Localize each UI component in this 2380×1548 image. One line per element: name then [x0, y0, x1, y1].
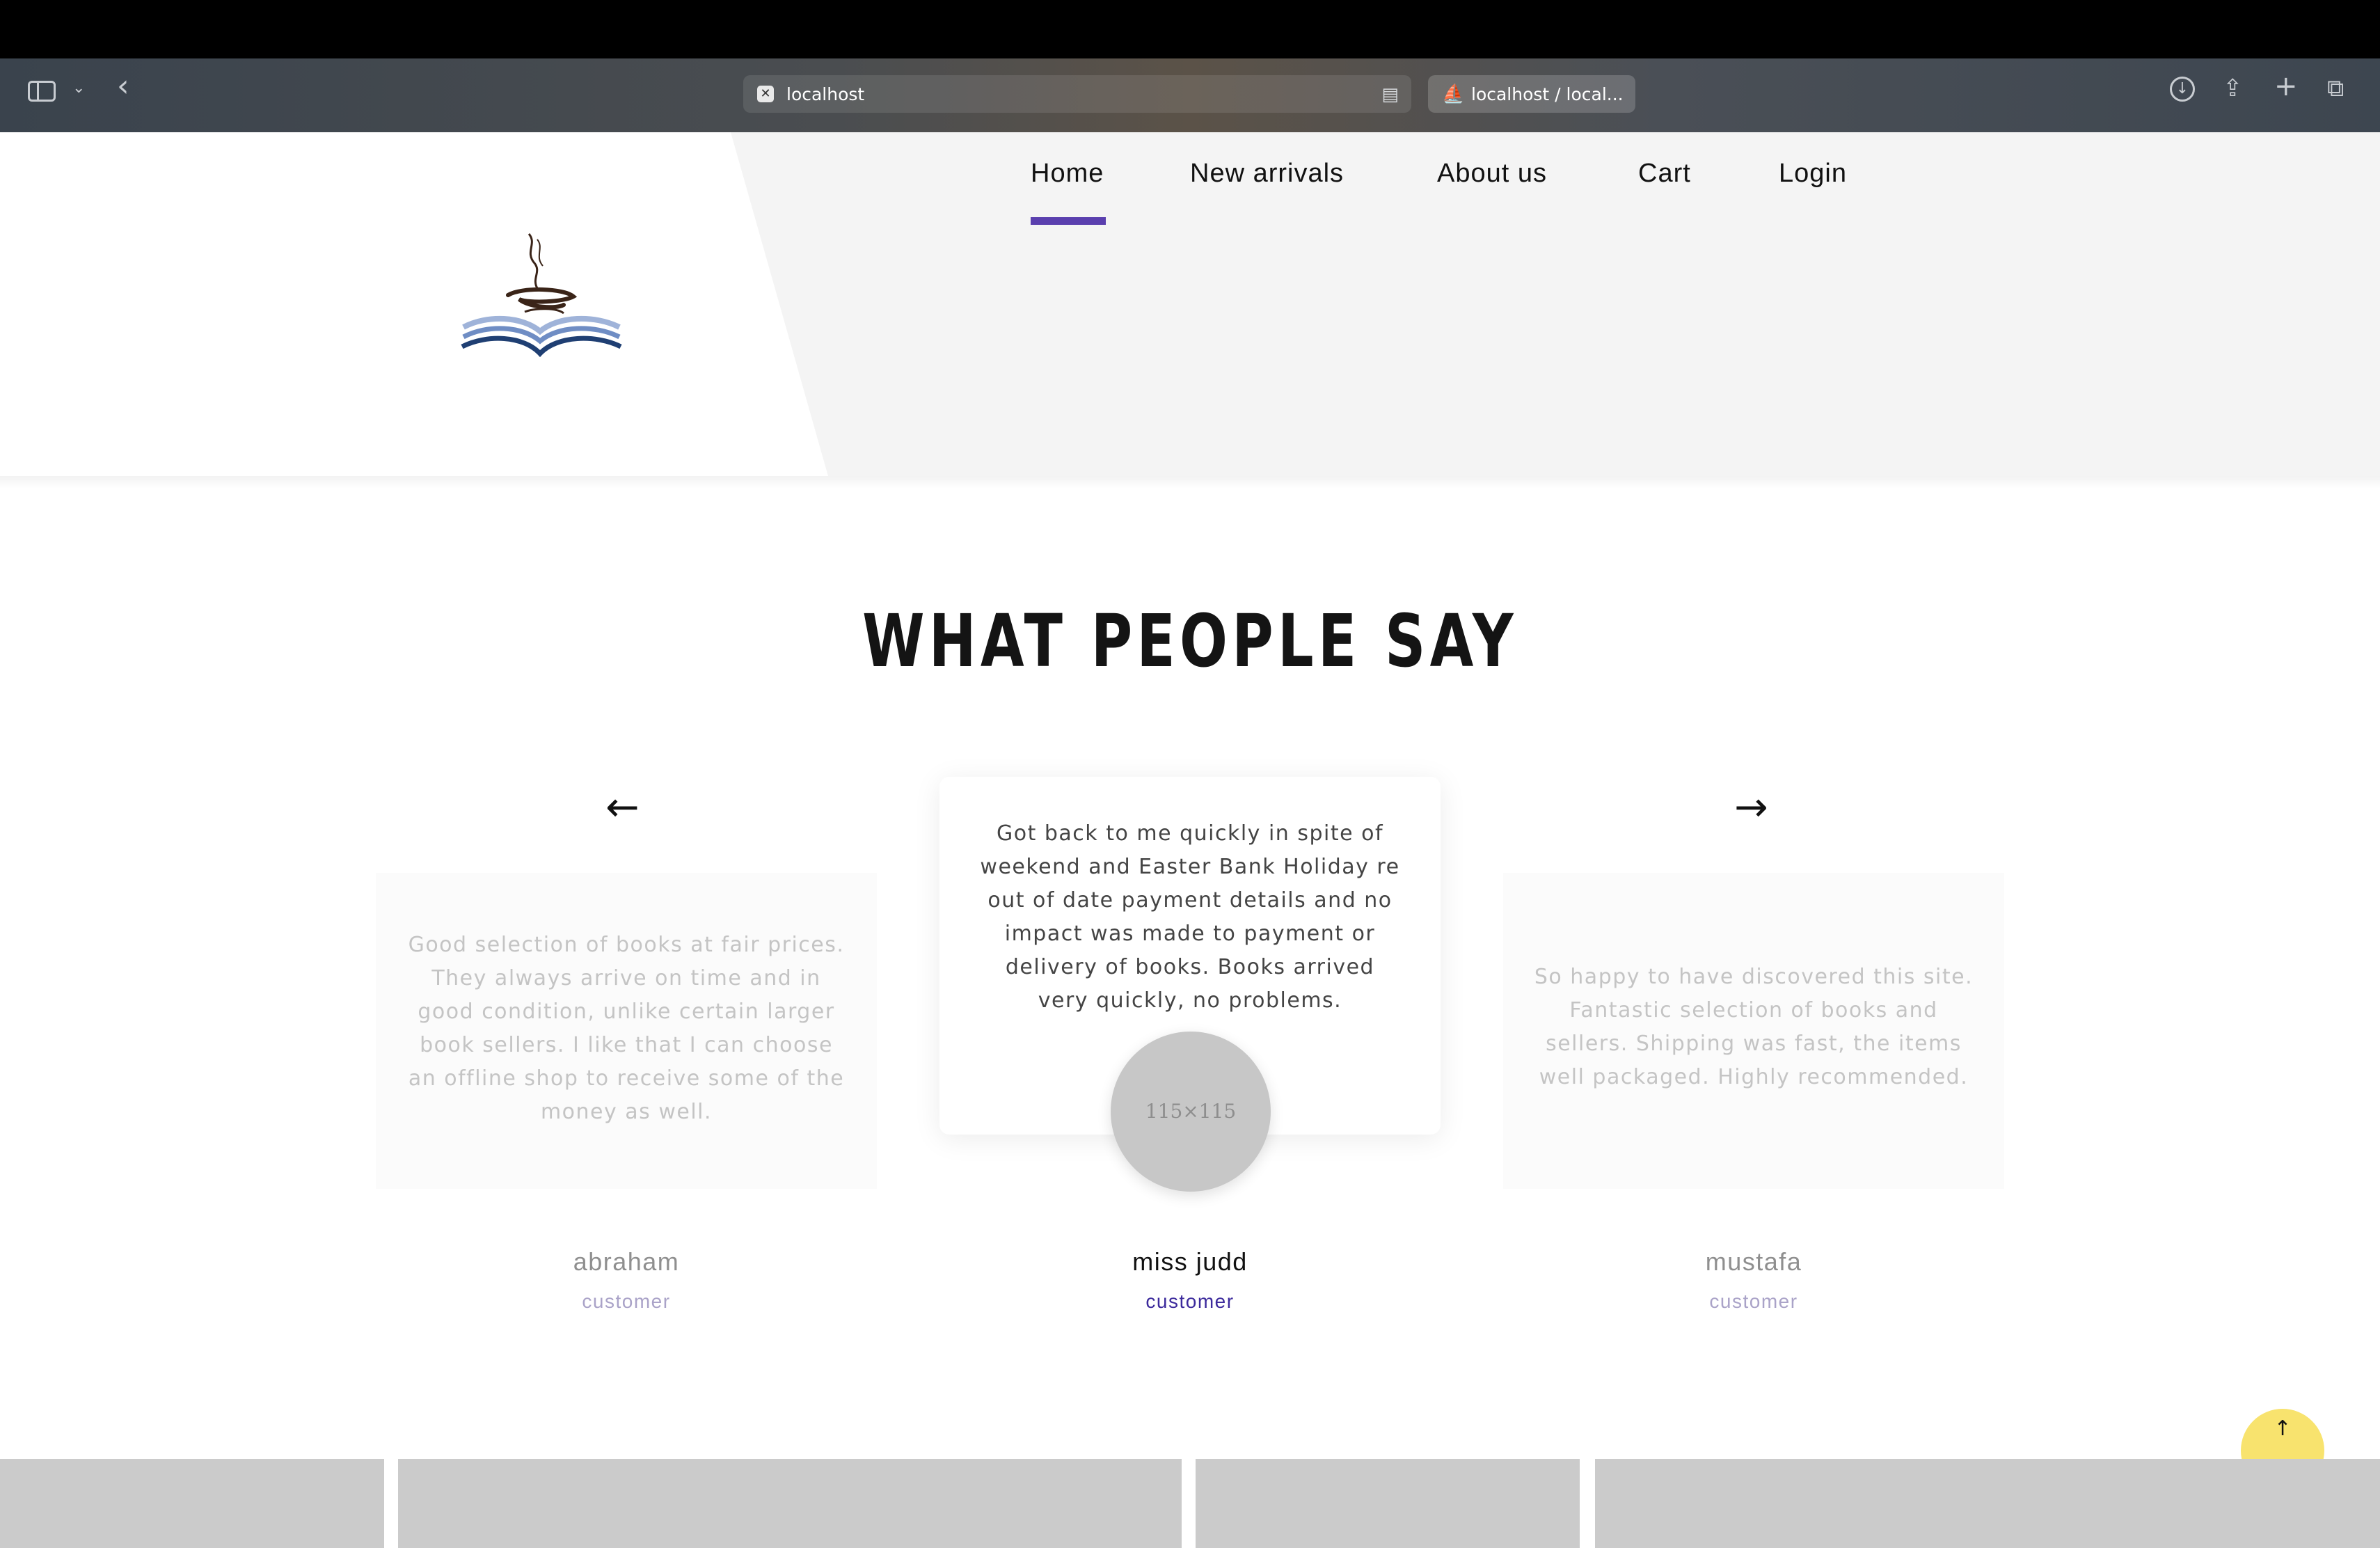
menubar-strip [0, 0, 2380, 58]
section-title: WHAT PEOPLE SAY [862, 599, 1518, 684]
sidebar-toggle-icon[interactable] [28, 81, 56, 102]
tab-favicon-icon: ⛵ [1442, 84, 1465, 104]
nav-home[interactable]: Home [1031, 159, 1104, 189]
customer-name: mustafa [1705, 1247, 1802, 1276]
image-placeholder [1196, 1459, 1580, 1548]
testimonial-card: Good selection of books at fair prices. … [376, 873, 877, 1189]
customer-role: customer [1709, 1290, 1798, 1312]
book-coffee-logo[interactable] [459, 230, 624, 362]
share-icon[interactable]: ⇪ [2223, 77, 2243, 100]
tab-phpmyadmin[interactable]: ⛵ localhost / local... [1428, 75, 1635, 113]
customer-name: miss judd [1132, 1247, 1248, 1276]
downloads-icon[interactable]: ↓ [2170, 77, 2195, 102]
browser-toolbar: ⌄ ‹ ✕ localhost ▤ ⛵ localhost / local...… [0, 58, 2380, 132]
testimonial-text: Got back to me quickly in spite of weeke… [980, 821, 1400, 1013]
image-placeholder [398, 1459, 1182, 1548]
customer-name: abraham [573, 1247, 680, 1276]
nav-login[interactable]: Login [1779, 159, 1847, 189]
reader-mode-icon[interactable]: ▤ [1381, 84, 1399, 105]
image-placeholder [1595, 1459, 2380, 1548]
image-placeholder [0, 1459, 384, 1548]
nav-new-arrivals[interactable]: New arrivals [1190, 159, 1344, 189]
back-button[interactable]: ‹ [117, 71, 129, 102]
nav-about-us[interactable]: About us [1437, 159, 1547, 189]
tab-title: localhost / local... [1471, 84, 1624, 104]
avatar: 115×115 [1111, 1032, 1271, 1192]
testimonial-text: Good selection of books at fair prices. … [408, 933, 845, 1124]
new-tab-icon[interactable]: + [2274, 72, 2298, 100]
address-bar[interactable]: ✕ localhost ▤ [743, 75, 1411, 113]
nav-active-indicator [1031, 217, 1106, 225]
arrow-up-icon: ↑ [2274, 1416, 2292, 1441]
testimonial-text: So happy to have discovered this site. F… [1534, 965, 1974, 1089]
testimonial-card: So happy to have discovered this site. F… [1503, 873, 2004, 1189]
arrow-left-icon[interactable]: ← [605, 787, 640, 827]
site-favicon-icon: ✕ [757, 86, 774, 102]
nav-cart[interactable]: Cart [1638, 159, 1691, 189]
customer-role: customer [582, 1290, 671, 1312]
arrow-right-icon[interactable]: → [1734, 787, 1768, 827]
url-text: localhost [786, 84, 865, 104]
customer-role: customer [1145, 1290, 1235, 1312]
chevron-down-icon[interactable]: ⌄ [72, 79, 85, 97]
header-shadow [0, 476, 2380, 489]
logo-panel [0, 132, 828, 476]
tab-overview-icon[interactable]: ⧉ [2327, 77, 2344, 100]
